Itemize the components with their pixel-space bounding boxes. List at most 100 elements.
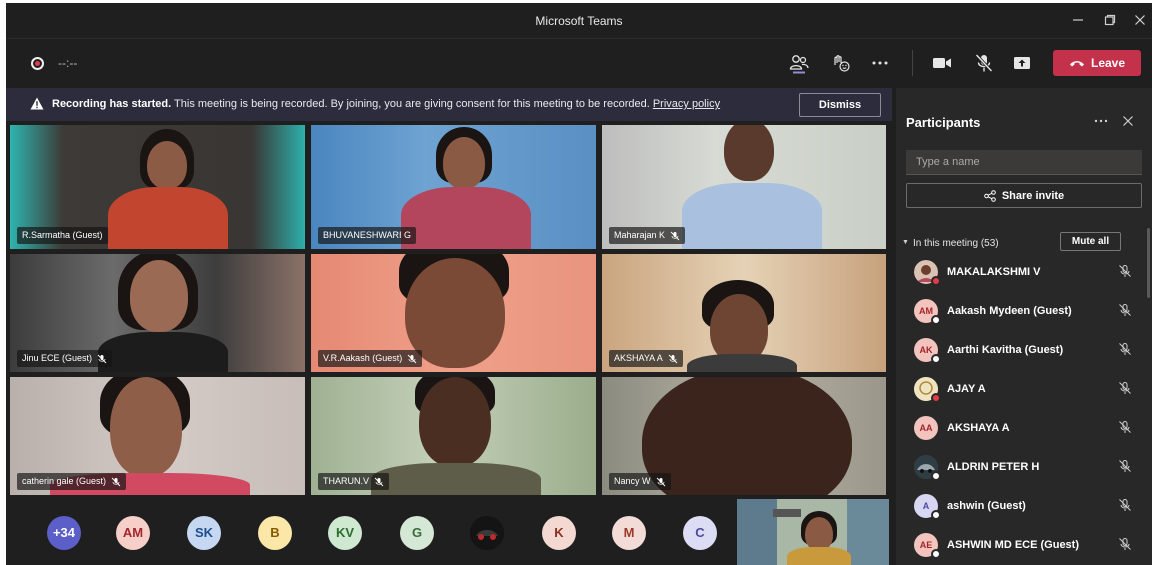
status-indicator (931, 549, 941, 559)
participant-row[interactable]: MAKALAKSHMI V (896, 253, 1152, 291)
participant-avatar[interactable]: SK (187, 516, 221, 550)
reactions-button[interactable] (830, 52, 854, 74)
participant-avatar[interactable]: M (612, 516, 646, 550)
meeting-toolbar: --:-- Leave (6, 40, 1152, 86)
tile-name: R.Sarmatha (Guest) (22, 230, 103, 240)
participant-avatar[interactable]: G (400, 516, 434, 550)
video-tile[interactable]: AKSHAYA A (602, 254, 886, 372)
window-title: Microsoft Teams (535, 14, 623, 28)
mic-off-icon (1119, 304, 1131, 316)
minimize-button[interactable] (1066, 9, 1090, 33)
tile-name: Nancy W (614, 476, 651, 486)
video-tile[interactable]: V.R.Aakash (Guest) (311, 254, 596, 372)
video-tile[interactable]: Jinu ECE (Guest) (10, 254, 305, 372)
participant-name: ALDRIN PETER H (947, 461, 1040, 473)
video-tile[interactable]: catherin gale (Guest) (10, 377, 305, 495)
participant-avatar: A (914, 494, 941, 520)
in-meeting-count: In this meeting (53) (913, 238, 999, 249)
video-tile[interactable]: R.Sarmatha (Guest) (10, 125, 305, 249)
participant-avatar-photo[interactable] (470, 516, 504, 550)
mic-off-icon (1119, 382, 1131, 394)
teams-window: Microsoft Teams --:-- Leave Recording ha… (6, 3, 1152, 565)
tile-name: Maharajan K (614, 230, 666, 240)
participant-avatar: AE (914, 533, 941, 559)
participant-initials: AK (919, 345, 933, 355)
participant-photo (914, 455, 941, 481)
share-invite-label: Share invite (1001, 189, 1065, 202)
participant-row[interactable]: ALDRIN PETER H (896, 448, 1152, 486)
panel-close-button[interactable] (1122, 114, 1134, 131)
mic-off-icon (1119, 265, 1131, 277)
video-grid: R.Sarmatha (Guest) BHUVANESHWARI G Mahar… (10, 125, 886, 495)
mic-off-icon (1119, 499, 1131, 511)
video-tile[interactable]: THARUN.V (311, 377, 596, 495)
close-window-button[interactable] (1128, 9, 1152, 33)
participant-avatar: AM (914, 299, 941, 325)
mic-off-icon (1119, 421, 1131, 433)
participant-avatar[interactable]: AM (116, 516, 150, 550)
maximize-button[interactable] (1098, 9, 1122, 33)
participant-name: MAKALAKSHMI V (947, 266, 1041, 278)
chevron-down-icon: ▼ (902, 239, 909, 246)
tile-nameplate: Jinu ECE (Guest) (17, 350, 113, 367)
participant-avatar[interactable]: KV (328, 516, 362, 550)
participant-photo (914, 377, 941, 403)
recording-indicator-icon (31, 57, 44, 70)
participant-avatar[interactable]: B (258, 516, 292, 550)
search-participants-input[interactable] (906, 150, 1142, 175)
leave-button[interactable]: Leave (1053, 50, 1141, 76)
participant-row[interactable]: AM Aakash Mydeen (Guest) (896, 292, 1152, 330)
hang-up-icon (1069, 61, 1084, 67)
tile-name: catherin gale (Guest) (22, 476, 107, 486)
participant-avatar: AK (914, 338, 941, 364)
tile-nameplate: R.Sarmatha (Guest) (17, 227, 108, 244)
video-tile[interactable]: BHUVANESHWARI G (311, 125, 596, 249)
participant-initials: A (922, 501, 930, 511)
share-screen-icon (1014, 57, 1030, 69)
more-participants-button[interactable]: +34 (47, 516, 81, 550)
video-tile[interactable]: Maharajan K (602, 125, 886, 249)
title-bar: Microsoft Teams (6, 3, 1152, 39)
participant-initials: AA (919, 423, 933, 433)
recording-banner: Recording has started. This meeting is b… (6, 88, 892, 121)
mute-all-button[interactable]: Mute all (1060, 232, 1121, 251)
participant-row[interactable]: AJAY A (896, 370, 1152, 408)
status-indicator (931, 471, 941, 481)
mic-off-icon (97, 354, 107, 363)
more-actions-button[interactable] (869, 52, 893, 74)
dismiss-button[interactable]: Dismiss (799, 93, 881, 117)
participant-row[interactable]: AK Aarthi Kavitha (Guest) (896, 331, 1152, 369)
participant-row[interactable]: AE ASHWIN MD ECE (Guest) (896, 526, 1152, 564)
status-indicator (931, 354, 941, 364)
self-view-video[interactable] (737, 499, 889, 565)
mic-off-icon (374, 477, 384, 486)
privacy-policy-link[interactable]: Privacy policy (653, 98, 720, 110)
mic-off-icon (670, 231, 680, 240)
tile-nameplate: AKSHAYA A (609, 350, 683, 367)
warning-icon (30, 97, 44, 110)
status-indicator (931, 276, 941, 286)
participant-row[interactable]: AA AKSHAYA A (896, 409, 1152, 447)
participant-name: ASHWIN MD ECE (Guest) (947, 539, 1079, 551)
participant-row[interactable]: A ashwin (Guest) (896, 487, 1152, 525)
mute-microphone-button[interactable] (973, 52, 997, 74)
tile-name: Jinu ECE (Guest) (22, 353, 93, 363)
share-content-button[interactable] (1011, 52, 1035, 74)
video-tile[interactable]: Nancy W (602, 377, 886, 495)
participant-initials: AM (919, 306, 933, 316)
more-icon (1094, 119, 1108, 123)
camera-icon (933, 58, 951, 68)
camera-button[interactable] (931, 52, 955, 74)
show-participants-button[interactable] (788, 52, 812, 74)
participant-avatar: AA (914, 416, 938, 440)
mic-off-icon (111, 477, 121, 486)
participant-name: Aakash Mydeen (Guest) (947, 305, 1072, 317)
panel-more-button[interactable] (1094, 114, 1108, 129)
panel-title: Participants (906, 115, 981, 130)
share-invite-button[interactable]: Share invite (906, 183, 1142, 208)
participant-avatar[interactable]: C (683, 516, 717, 550)
participant-photo (914, 260, 941, 286)
participant-name: ashwin (Guest) (947, 500, 1026, 512)
participant-video (724, 125, 774, 181)
participant-avatar[interactable]: K (542, 516, 576, 550)
